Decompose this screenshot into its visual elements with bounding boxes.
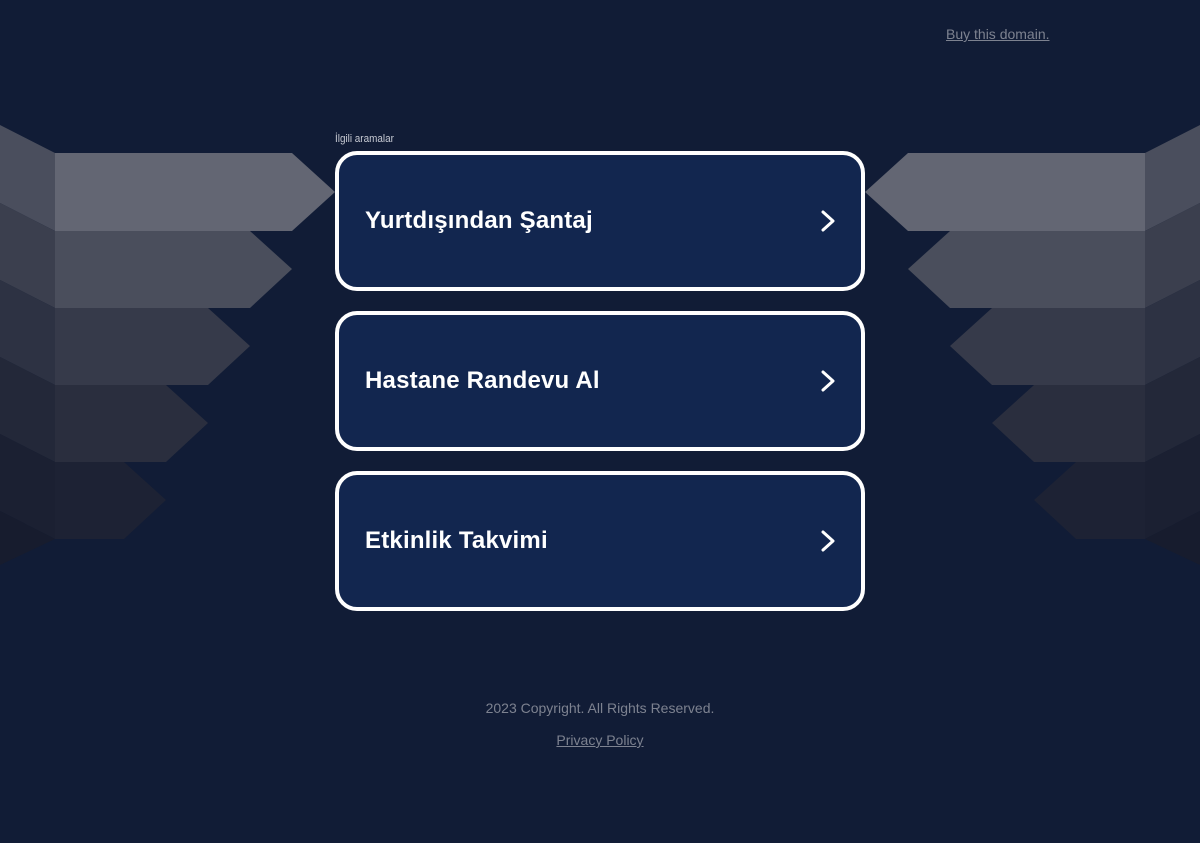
related-search-label: Yurtdışından Şantaj (365, 207, 593, 234)
chevron-right-icon (815, 368, 841, 394)
chevron-right-icon (815, 528, 841, 554)
privacy-policy-container: Privacy Policy (0, 732, 1200, 748)
related-search-label: Etkinlik Takvimi (365, 527, 548, 554)
parked-domain-page: Buy this domain. İlgili aramalar Yurtdış… (0, 0, 1200, 843)
related-search-link-2[interactable]: Hastane Randevu Al (335, 311, 865, 451)
left-arrow-group (0, 125, 335, 565)
related-search-label: Hastane Randevu Al (365, 367, 600, 394)
buy-domain-link[interactable]: Buy this domain. (946, 26, 1050, 42)
right-arrow-group (865, 125, 1200, 565)
related-search-link-3[interactable]: Etkinlik Takvimi (335, 471, 865, 611)
related-searches-label: İlgili aramalar (335, 133, 394, 145)
related-search-link-1[interactable]: Yurtdışından Şantaj (335, 151, 865, 291)
privacy-policy-link[interactable]: Privacy Policy (556, 732, 643, 748)
copyright-text: 2023 Copyright. All Rights Reserved. (485, 700, 715, 716)
chevron-right-icon (815, 208, 841, 234)
